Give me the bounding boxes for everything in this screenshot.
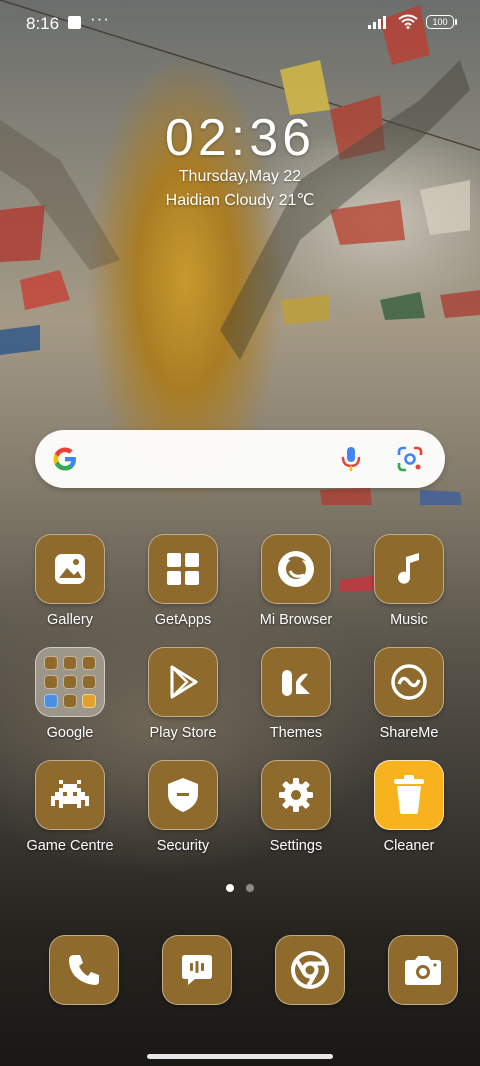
app-shareme[interactable]: ShareMe [353, 647, 465, 741]
status-bar: 8:16 ··· 100 [0, 0, 480, 46]
browser-icon [261, 534, 331, 604]
app-play-store[interactable]: Play Store [127, 647, 239, 741]
phone-icon [49, 935, 119, 1005]
app-game-centre[interactable]: Game Centre [14, 760, 126, 854]
app-label: Mi Browser [259, 612, 333, 628]
mic-icon[interactable] [337, 444, 365, 474]
app-music[interactable]: Music [353, 534, 465, 628]
clock-widget[interactable]: 02:36 Thursday,May 22 Haidian Cloudy 21℃ [0, 108, 480, 210]
chrome-icon [275, 935, 345, 1005]
app-getapps[interactable]: GetApps [127, 534, 239, 628]
folder-icon [35, 647, 105, 717]
wifi-icon [398, 14, 418, 29]
page-dot [246, 884, 254, 892]
play-store-icon [148, 647, 218, 717]
page-dot-current [226, 884, 234, 892]
dock-camera[interactable] [388, 935, 458, 1005]
app-label: Google [46, 725, 94, 741]
themes-icon [261, 647, 331, 717]
app-google-folder[interactable]: Google [14, 647, 126, 741]
app-label: GetApps [154, 612, 212, 628]
google-search-bar[interactable] [35, 430, 445, 488]
signal-icon [368, 16, 386, 29]
gallery-icon [35, 534, 105, 604]
app-gallery[interactable]: Gallery [14, 534, 126, 628]
app-label: Gallery [47, 612, 93, 628]
app-label: Themes [269, 725, 323, 741]
messages-icon [162, 935, 232, 1005]
page-indicator [0, 884, 480, 892]
app-cleaner[interactable]: Cleaner [353, 760, 465, 854]
dock-phone[interactable] [49, 935, 119, 1005]
app-settings[interactable]: Settings [240, 760, 352, 854]
camera-icon [388, 935, 458, 1005]
home-indicator[interactable] [147, 1054, 333, 1059]
google-g-icon [53, 447, 76, 471]
shareme-icon [374, 647, 444, 717]
app-label: ShareMe [379, 725, 439, 741]
app-themes[interactable]: Themes [240, 647, 352, 741]
app-label: Music [390, 612, 428, 628]
game-invader-icon [35, 760, 105, 830]
widget-weather: Haidian Cloudy 21℃ [165, 192, 315, 209]
dock-messages[interactable] [162, 935, 232, 1005]
app-label: Settings [269, 838, 323, 854]
status-time: 8:16 [26, 14, 60, 33]
trash-icon [374, 760, 444, 830]
dock-chrome[interactable] [275, 935, 345, 1005]
music-note-icon [374, 534, 444, 604]
gear-icon [261, 760, 331, 830]
app-mi-browser[interactable]: Mi Browser [240, 534, 352, 628]
app-label: Security [156, 838, 210, 854]
app-label: Game Centre [26, 838, 114, 854]
app-label: Play Store [149, 725, 217, 741]
google-lens-icon[interactable] [395, 444, 425, 474]
notification-square-icon [68, 16, 81, 29]
shield-icon [148, 760, 218, 830]
app-label: Cleaner [383, 838, 435, 854]
status-right-group: 100 [368, 14, 457, 29]
widget-date: Thursday,May 22 [178, 168, 302, 185]
widget-clock: 02:36 [164, 109, 316, 167]
more-notifications-icon: ··· [90, 9, 110, 28]
app-security[interactable]: Security [127, 760, 239, 854]
grid-icon [148, 534, 218, 604]
battery-icon: 100 [426, 14, 457, 29]
